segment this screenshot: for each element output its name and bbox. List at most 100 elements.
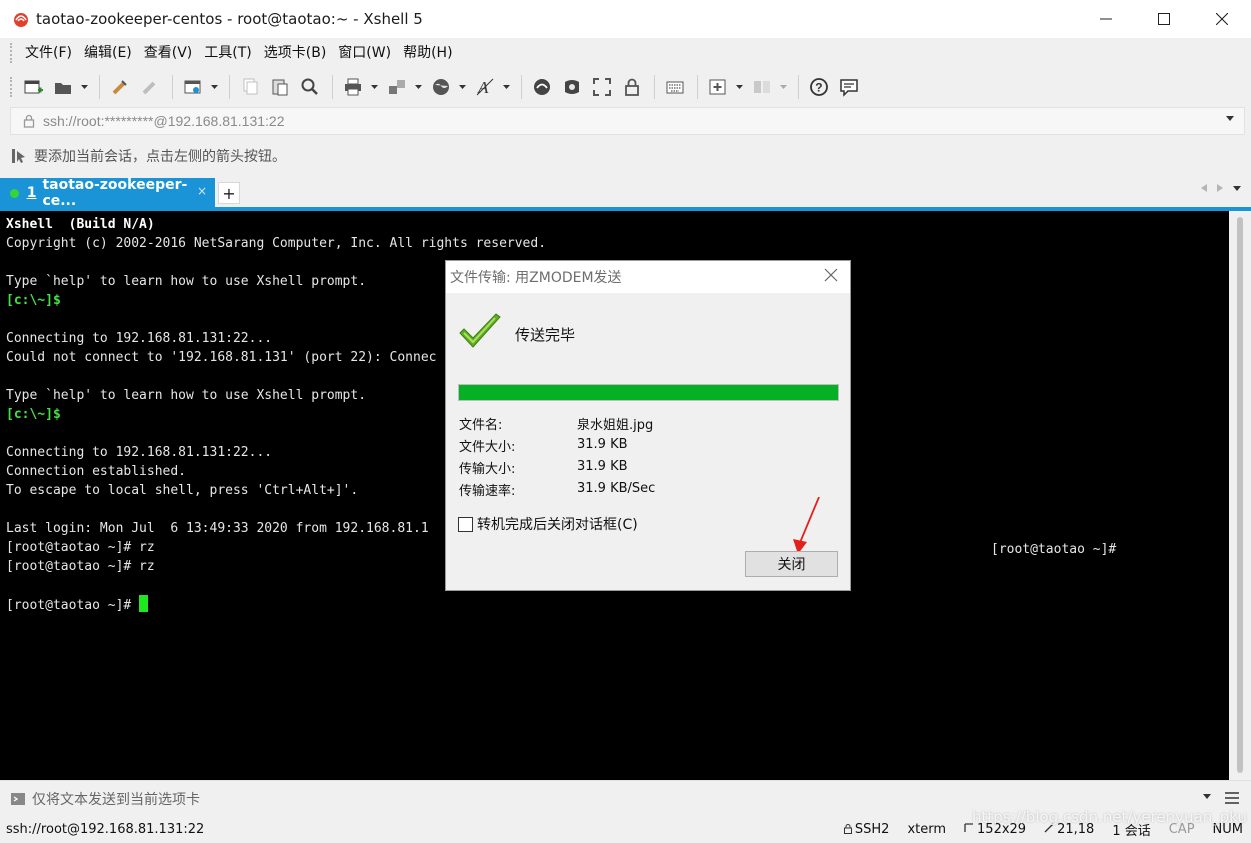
minimize-button[interactable]: [1077, 0, 1135, 38]
add-tab-button[interactable]: +: [218, 182, 240, 204]
close-window-button[interactable]: [1193, 0, 1251, 38]
svg-text:?: ?: [815, 81, 822, 95]
auto-close-checkbox[interactable]: [458, 516, 473, 532]
paste-icon: [272, 79, 288, 96]
copy-button[interactable]: [236, 73, 264, 101]
tab-label: taotao-zookeeper-ce...: [42, 177, 188, 209]
disconnect-icon: [142, 81, 156, 95]
tab-session-1[interactable]: 1 taotao-zookeeper-ce... ×: [0, 177, 215, 209]
new-tab-button[interactable]: [704, 73, 732, 101]
status-session: ssh://root@192.168.81.131:22: [6, 822, 205, 837]
close-icon[interactable]: [824, 268, 838, 282]
open-dropdown[interactable]: [79, 73, 89, 101]
dialog-title: 文件传输: 用ZMODEM发送: [450, 270, 622, 286]
chevron-down-icon[interactable]: [1203, 794, 1211, 799]
chevron-left-icon[interactable]: [1201, 184, 1207, 192]
transfer-dropdown[interactable]: [413, 73, 423, 101]
lock-icon: [625, 78, 639, 96]
find-button[interactable]: [296, 73, 324, 101]
chevron-down-icon[interactable]: [1226, 116, 1234, 121]
tab-close-icon[interactable]: ×: [197, 184, 207, 198]
plug-icon: [112, 80, 127, 95]
chat-button[interactable]: [835, 73, 863, 101]
terminal-right-prompt: [root@taotao ~]#: [991, 542, 1117, 557]
keyboard-icon: [666, 81, 684, 94]
layout-button[interactable]: [748, 73, 776, 101]
globe-icon: [433, 79, 449, 95]
auto-close-option[interactable]: 转机完成后关闭对话框(C): [458, 514, 638, 534]
title-bar: taotao-zookeeper-centos - root@taotao:~ …: [0, 0, 1251, 38]
menu-edit[interactable]: 编辑(E): [78, 38, 138, 68]
properties-button[interactable]: [179, 73, 207, 101]
paste-button[interactable]: [266, 73, 294, 101]
caret-down-icon: [80, 85, 88, 89]
menu-file[interactable]: 文件(F): [19, 38, 78, 68]
reconnect-button[interactable]: [106, 73, 134, 101]
terminal-send-icon: [11, 792, 25, 805]
printer-icon: [345, 78, 361, 96]
caret-down-icon: [502, 85, 510, 89]
tab-number: 1: [26, 185, 37, 201]
add-session-arrow-icon[interactable]: [10, 147, 28, 165]
menu-view[interactable]: 查看(V): [138, 38, 199, 68]
toolbar-grip: [10, 77, 13, 97]
help-button[interactable]: ?: [805, 73, 833, 101]
transfer-status: 传送完毕: [515, 326, 576, 344]
window-title: taotao-zookeeper-centos - root@taotao:~ …: [36, 10, 423, 28]
new-session-button[interactable]: [19, 73, 47, 101]
tab-navigation: [1201, 184, 1241, 192]
terminal-cursor: [139, 595, 149, 612]
keyboard-button[interactable]: [661, 73, 689, 101]
properties-dropdown[interactable]: [209, 73, 219, 101]
lock-icon: [843, 824, 852, 834]
xshell-logo-icon: [12, 10, 30, 28]
search-icon: [301, 78, 318, 95]
lock-icon: [23, 114, 35, 128]
scrollbar-thumb[interactable]: [1237, 217, 1243, 773]
chevron-down-icon[interactable]: [1233, 185, 1241, 191]
toolbar: A ?: [0, 68, 1251, 106]
disconnect-button[interactable]: [136, 73, 164, 101]
caret-down-icon: [779, 85, 787, 89]
layout-icon: [754, 81, 770, 93]
window-controls: [1077, 0, 1251, 38]
menu-tab[interactable]: 选项卡(B): [258, 38, 333, 68]
terminal-scrollbar[interactable]: [1229, 211, 1251, 780]
font-button[interactable]: A: [471, 73, 499, 101]
menubar-grip: [10, 43, 13, 63]
caret-down-icon: [735, 85, 743, 89]
compose-target-text[interactable]: 仅将文本发送到当前选项卡: [32, 789, 200, 809]
open-button[interactable]: [49, 73, 77, 101]
chevron-right-icon[interactable]: [1217, 184, 1223, 192]
close-dialog-button[interactable]: 关闭: [745, 551, 838, 577]
file-size-value: 31.9 KB: [577, 437, 628, 452]
print-button[interactable]: [339, 73, 367, 101]
connected-status-icon: [10, 188, 19, 198]
address-input[interactable]: [43, 113, 1193, 129]
xftp-button[interactable]: [528, 73, 556, 101]
fullscreen-button[interactable]: [588, 73, 616, 101]
transfer-button[interactable]: [383, 73, 411, 101]
menu-tools[interactable]: 工具(T): [198, 38, 257, 68]
menu-bar: 文件(F) 编辑(E) 查看(V) 工具(T) 选项卡(B) 窗口(W) 帮助(…: [0, 38, 1251, 68]
font-dropdown[interactable]: [501, 73, 511, 101]
progress-fill: [459, 385, 838, 400]
folder-icon: [55, 83, 71, 94]
zmodem-transfer-dialog: 文件传输: 用ZMODEM发送 传送完毕 文件名: 泉水姐姐.jpg 文件大小:…: [445, 260, 851, 591]
menu-help[interactable]: 帮助(H): [397, 38, 458, 68]
layout-dropdown[interactable]: [778, 73, 788, 101]
file-size-label: 文件大小:: [459, 440, 516, 455]
caret-down-icon: [458, 85, 466, 89]
globe-dropdown[interactable]: [457, 73, 467, 101]
new-tab-dropdown[interactable]: [734, 73, 744, 101]
globe-button[interactable]: [427, 73, 455, 101]
menu-window[interactable]: 窗口(W): [332, 38, 397, 68]
transfer-rate-label: 传输速率:: [459, 484, 516, 499]
lock-button[interactable]: [618, 73, 646, 101]
caret-down-icon: [210, 85, 218, 89]
maximize-button[interactable]: [1135, 0, 1193, 38]
xmanager-button[interactable]: [558, 73, 586, 101]
hamburger-menu-icon[interactable]: [1225, 791, 1239, 805]
add-window-icon: [709, 79, 726, 95]
print-dropdown[interactable]: [369, 73, 379, 101]
